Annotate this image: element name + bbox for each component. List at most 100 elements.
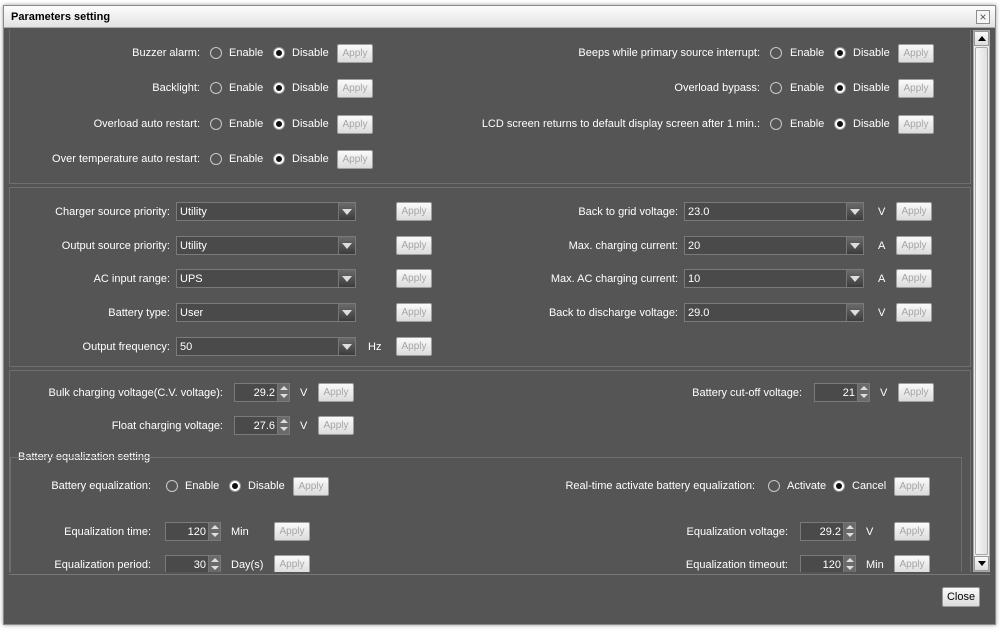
buzzer-alarm-apply-button[interactable]: Apply	[337, 44, 373, 63]
overload-bypass-apply-button[interactable]: Apply	[898, 79, 934, 98]
dialog-footer: Close	[9, 574, 990, 620]
back-to-grid-voltage-select[interactable]: 23.0	[684, 202, 864, 221]
battery-cutoff-voltage-value: 21	[842, 387, 855, 399]
overload-bypass-enable-radio[interactable]	[770, 82, 782, 94]
max-ac-charging-current-apply-button[interactable]: Apply	[896, 269, 932, 288]
battery-cutoff-voltage-apply-button[interactable]: Apply	[898, 383, 934, 402]
settings-content: Buzzer alarm: Enable Disable Apply Backl…	[9, 30, 971, 572]
max-ac-charging-current-select[interactable]: 10	[684, 269, 864, 288]
equalization-timeout-spinner[interactable]: 120	[800, 555, 856, 572]
battery-type-apply-button[interactable]: Apply	[396, 303, 432, 322]
lcd-return-disable-radio[interactable]	[834, 118, 846, 130]
scrollbar-thumb[interactable]	[975, 47, 988, 555]
over-temperature-enable-radio[interactable]	[210, 153, 222, 165]
float-charging-voltage-label: Float charging voltage:	[111, 420, 223, 432]
buzzer-alarm-enable-radio[interactable]	[210, 47, 222, 59]
spinner-arrows-icon[interactable]	[843, 556, 855, 572]
float-charging-voltage-value: 27.6	[253, 420, 275, 432]
equalization-voltage-spinner[interactable]: 29.2	[800, 522, 856, 541]
charger-source-priority-select[interactable]: Utility	[176, 202, 356, 221]
overload-auto-restart-apply-button[interactable]: Apply	[337, 115, 373, 134]
chevron-down-icon[interactable]	[338, 237, 355, 254]
float-charging-voltage-apply-button[interactable]: Apply	[318, 416, 354, 435]
beeps-interrupt-disable-label: Disable	[853, 47, 890, 59]
max-charging-current-unit: A	[878, 240, 886, 252]
overload-auto-restart-enable-radio[interactable]	[210, 118, 222, 130]
overload-bypass-disable-radio[interactable]	[834, 82, 846, 94]
back-to-grid-voltage-apply-button[interactable]: Apply	[896, 202, 932, 221]
backlight-apply-button[interactable]: Apply	[337, 79, 373, 98]
spinner-arrows-icon[interactable]	[857, 384, 869, 401]
bulk-charging-voltage-apply-button[interactable]: Apply	[318, 383, 354, 402]
float-charging-voltage-spinner[interactable]: 27.6	[234, 416, 290, 435]
charger-source-priority-apply-button[interactable]: Apply	[396, 202, 432, 221]
ac-input-range-value: UPS	[180, 273, 203, 285]
spinner-arrows-icon[interactable]	[277, 384, 289, 401]
battery-equalization-enable-label: Enable	[185, 480, 220, 492]
over-temperature-disable-radio[interactable]	[273, 153, 285, 165]
beeps-interrupt-enable-radio[interactable]	[770, 47, 782, 59]
output-frequency-apply-button[interactable]: Apply	[396, 337, 432, 356]
over-temperature-apply-button[interactable]: Apply	[337, 150, 373, 169]
beeps-interrupt-apply-button[interactable]: Apply	[898, 44, 934, 63]
equalization-time-spinner[interactable]: 120	[165, 522, 221, 541]
ac-input-range-apply-button[interactable]: Apply	[396, 269, 432, 288]
chevron-down-icon[interactable]	[846, 270, 863, 287]
spinner-arrows-icon[interactable]	[208, 556, 220, 572]
overload-auto-restart-label: Overload auto restart:	[93, 118, 200, 130]
lcd-return-apply-button[interactable]: Apply	[898, 115, 934, 134]
realtime-activate-apply-button[interactable]: Apply	[894, 477, 930, 496]
equalization-timeout-apply-button[interactable]: Apply	[894, 555, 930, 572]
spinner-arrows-icon[interactable]	[208, 523, 220, 540]
chevron-down-icon[interactable]	[846, 237, 863, 254]
bulk-charging-voltage-spinner[interactable]: 29.2	[234, 383, 290, 402]
battery-type-select[interactable]: User	[176, 303, 356, 322]
battery-equalization-apply-button[interactable]: Apply	[293, 477, 329, 496]
output-source-priority-select[interactable]: Utility	[176, 236, 356, 255]
battery-cutoff-voltage-spinner[interactable]: 21	[814, 383, 870, 402]
float-charging-voltage-unit: V	[300, 420, 308, 432]
output-source-priority-apply-button[interactable]: Apply	[396, 236, 432, 255]
ac-input-range-select[interactable]: UPS	[176, 269, 356, 288]
dropdown-section: Charger source priority: Utility Apply O…	[9, 187, 971, 367]
equalization-time-apply-button[interactable]: Apply	[274, 522, 310, 541]
close-icon[interactable]: ×	[976, 10, 990, 24]
back-to-discharge-voltage-apply-button[interactable]: Apply	[896, 303, 932, 322]
back-to-discharge-voltage-select[interactable]: 29.0	[684, 303, 864, 322]
equalization-voltage-value: 29.2	[819, 526, 841, 538]
chevron-down-icon[interactable]	[338, 338, 355, 355]
scroll-down-icon[interactable]	[974, 556, 989, 571]
max-charging-current-select[interactable]: 20	[684, 236, 864, 255]
backlight-disable-radio[interactable]	[273, 82, 285, 94]
battery-type-value: User	[180, 307, 204, 319]
vertical-scrollbar[interactable]	[973, 30, 990, 572]
overload-auto-restart-disable-radio[interactable]	[273, 118, 285, 130]
realtime-activate-cancel-radio[interactable]	[833, 480, 845, 492]
max-ac-charging-current-unit: A	[878, 273, 886, 285]
equalization-voltage-apply-button[interactable]: Apply	[894, 522, 930, 541]
output-frequency-label: Output frequency:	[82, 341, 170, 353]
beeps-interrupt-disable-radio[interactable]	[834, 47, 846, 59]
scroll-up-icon[interactable]	[974, 31, 989, 46]
parameters-setting-dialog: Parameters setting × Buzzer alarm: Enabl…	[3, 5, 996, 625]
close-button[interactable]: Close	[942, 587, 980, 607]
buzzer-alarm-disable-radio[interactable]	[273, 47, 285, 59]
realtime-activate-activate-radio[interactable]	[768, 480, 780, 492]
spinner-arrows-icon[interactable]	[277, 417, 289, 434]
back-to-discharge-voltage-label: Back to discharge voltage:	[548, 307, 678, 319]
output-frequency-value: 50	[180, 341, 193, 353]
chevron-down-icon[interactable]	[338, 203, 355, 220]
max-charging-current-apply-button[interactable]: Apply	[896, 236, 932, 255]
chevron-down-icon[interactable]	[846, 203, 863, 220]
battery-equalization-enable-radio[interactable]	[166, 480, 178, 492]
lcd-return-enable-radio[interactable]	[770, 118, 782, 130]
chevron-down-icon[interactable]	[846, 304, 863, 321]
output-frequency-select[interactable]: 50	[176, 337, 356, 356]
equalization-period-spinner[interactable]: 30	[165, 555, 221, 572]
chevron-down-icon[interactable]	[338, 304, 355, 321]
battery-equalization-disable-radio[interactable]	[229, 480, 241, 492]
chevron-down-icon[interactable]	[338, 270, 355, 287]
backlight-enable-radio[interactable]	[210, 82, 222, 94]
equalization-period-apply-button[interactable]: Apply	[274, 555, 310, 572]
spinner-arrows-icon[interactable]	[843, 523, 855, 540]
